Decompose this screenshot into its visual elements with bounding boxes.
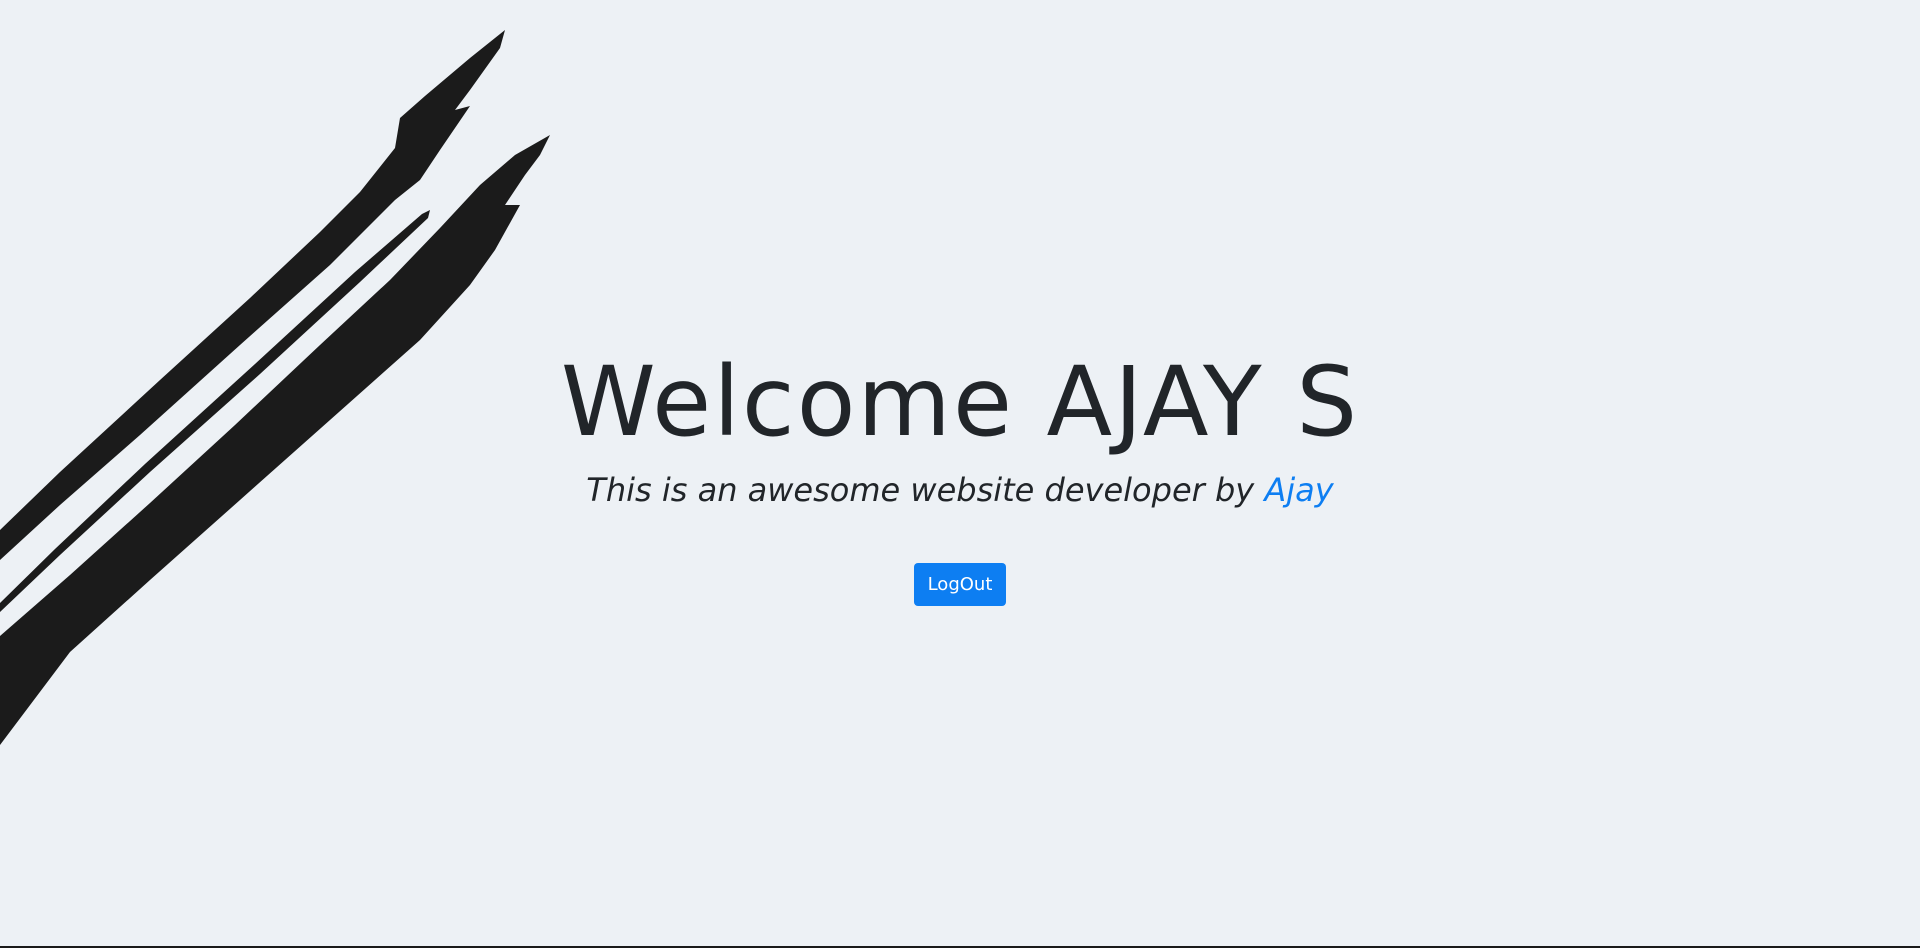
page-title: Welcome AJAY S [560, 346, 1360, 458]
landing-page: Welcome AJAY S This is an awesome websit… [0, 0, 1920, 948]
hero-subtitle: This is an awesome website developer by … [0, 470, 1920, 510]
author-link[interactable]: Ajay [1264, 471, 1333, 509]
subtitle-text: This is an awesome website developer by [586, 471, 1255, 509]
hero-section: Welcome AJAY S This is an awesome websit… [0, 340, 1920, 606]
logout-button[interactable]: LogOut [913, 563, 1007, 606]
